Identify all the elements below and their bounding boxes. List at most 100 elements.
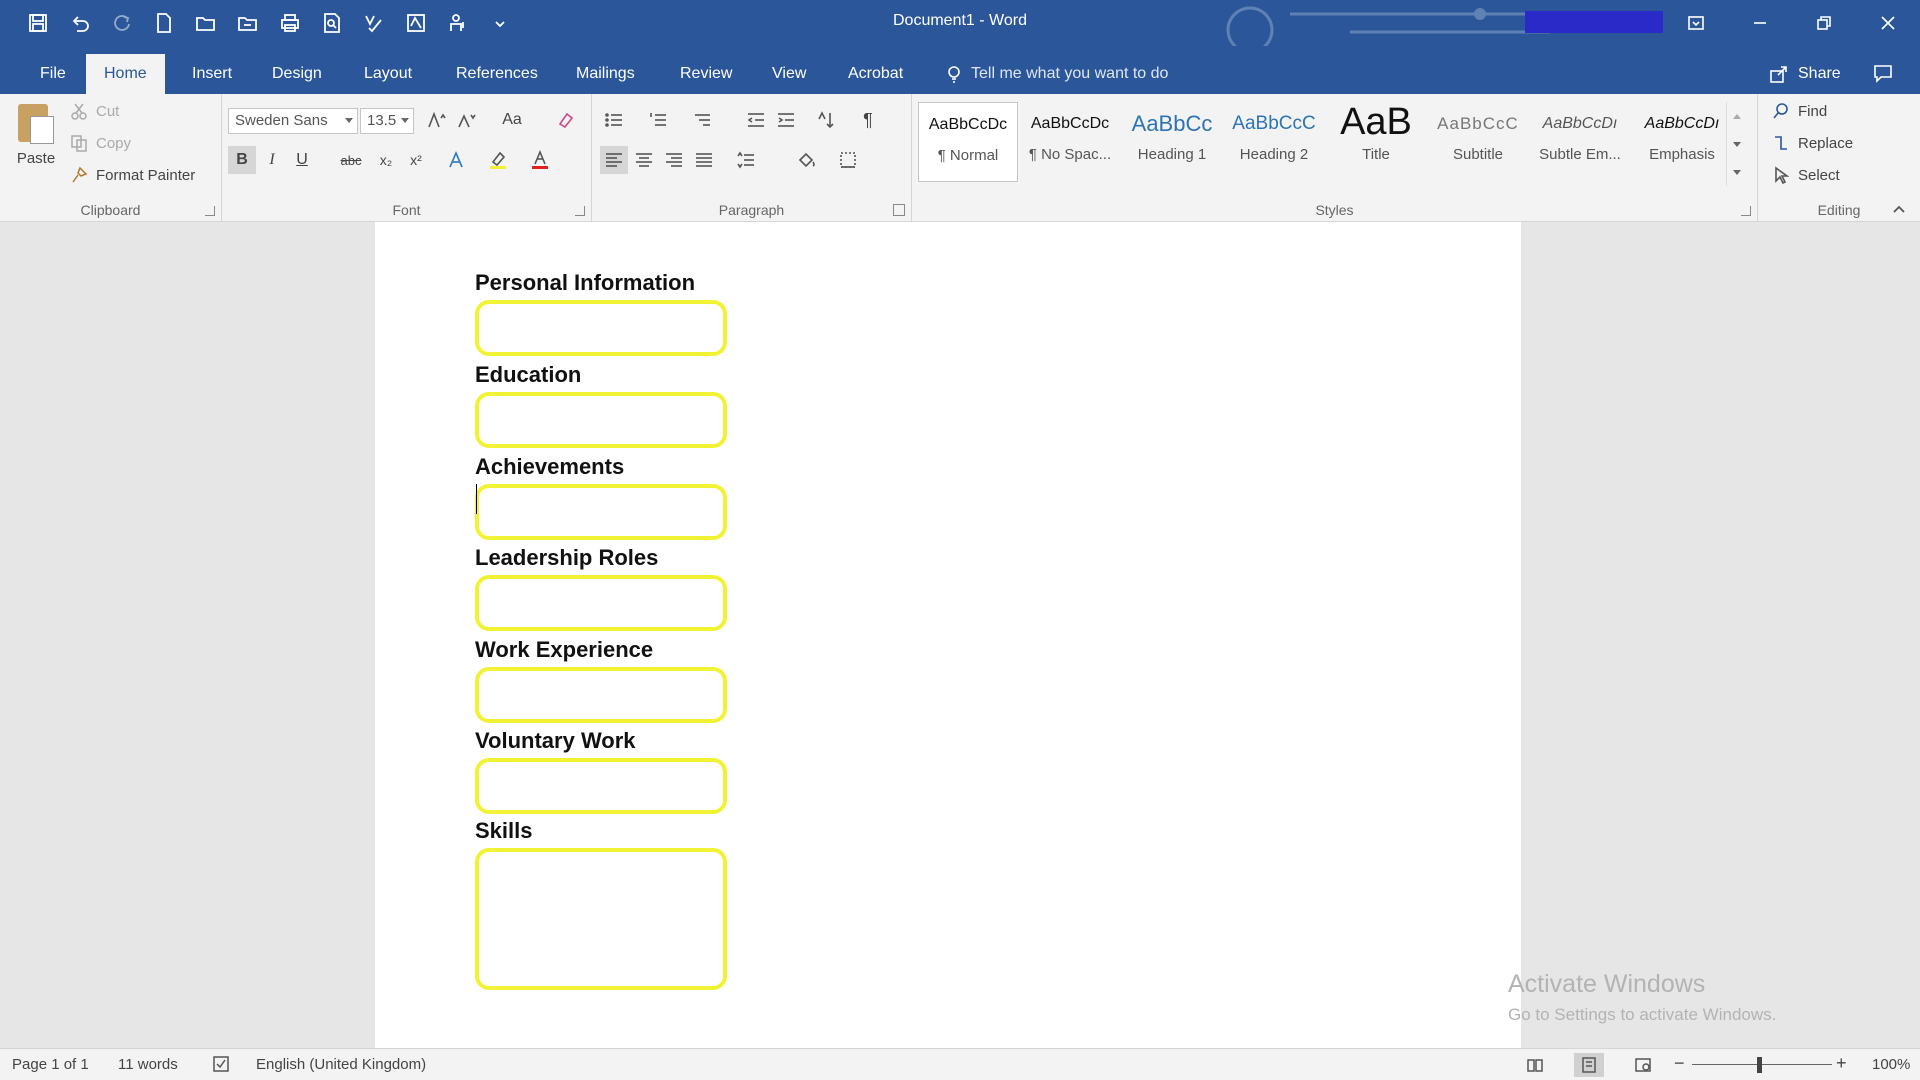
- web-layout-button[interactable]: [1628, 1053, 1658, 1077]
- zoom-out-button[interactable]: −: [1674, 1053, 1685, 1074]
- shrink-font-button[interactable]: [452, 106, 480, 134]
- text-box[interactable]: [475, 848, 727, 990]
- tell-me-search[interactable]: Tell me what you want to do: [945, 54, 1168, 94]
- clipboard-launcher-icon[interactable]: [205, 206, 215, 216]
- bullets-button[interactable]: [600, 106, 628, 134]
- chevron-up-icon: [1732, 113, 1741, 119]
- grow-font-icon: [428, 111, 446, 128]
- style-heading-2[interactable]: AaBbCcC Heading 2: [1224, 102, 1324, 182]
- underline-button[interactable]: U: [288, 146, 316, 174]
- page-count[interactable]: Page 1 of 1: [12, 1056, 89, 1073]
- change-case-button[interactable]: Aa: [492, 106, 532, 134]
- align-left-button[interactable]: [600, 146, 628, 174]
- style-normal[interactable]: AaBbCcDc ¶ Normal: [918, 102, 1018, 182]
- tab-design[interactable]: Design: [254, 54, 340, 94]
- tab-review[interactable]: Review: [662, 54, 750, 94]
- tab-layout[interactable]: Layout: [346, 54, 430, 94]
- status-bar: Page 1 of 1 11 words English (United Kin…: [0, 1048, 1920, 1080]
- select-button[interactable]: Select: [1772, 166, 1840, 184]
- collapse-ribbon-button[interactable]: [1892, 202, 1906, 220]
- tab-references[interactable]: References: [438, 54, 556, 94]
- comments-button[interactable]: [1872, 62, 1894, 88]
- shading-button[interactable]: [792, 146, 820, 174]
- font-color-button[interactable]: [526, 146, 554, 174]
- text-box[interactable]: [475, 300, 727, 356]
- font-size-select[interactable]: 13.5: [360, 108, 414, 134]
- italic-button[interactable]: I: [258, 146, 286, 174]
- style-heading-1[interactable]: AaBbCc Heading 1: [1122, 102, 1222, 182]
- decrease-indent-button[interactable]: [742, 106, 770, 134]
- section-heading: Skills: [475, 818, 533, 843]
- zoom-in-button[interactable]: +: [1836, 1053, 1847, 1074]
- borders-button[interactable]: [834, 146, 862, 174]
- bold-button[interactable]: B: [228, 146, 256, 174]
- text-box[interactable]: [475, 758, 727, 814]
- paragraph-group: ¶ Paragraph: [592, 94, 912, 222]
- text-effects-button[interactable]: [442, 146, 470, 174]
- zoom-slider-thumb[interactable]: [1757, 1057, 1762, 1073]
- find-button[interactable]: Find: [1772, 102, 1827, 120]
- numbering-button[interactable]: [644, 106, 672, 134]
- font-name-select[interactable]: Sweden Sans: [228, 108, 358, 134]
- clear-formatting-button[interactable]: [552, 106, 580, 134]
- print-layout-button[interactable]: [1574, 1053, 1604, 1077]
- text-box[interactable]: [475, 392, 727, 448]
- paragraph-launcher-icon[interactable]: [893, 204, 905, 216]
- text-box[interactable]: [475, 575, 727, 631]
- tab-acrobat[interactable]: Acrobat: [830, 54, 921, 94]
- grow-font-button[interactable]: [422, 106, 450, 134]
- style-emphasis[interactable]: AaBbCcDı Emphasis: [1632, 102, 1732, 182]
- restore-button[interactable]: [1792, 0, 1856, 46]
- increase-indent-button[interactable]: [772, 106, 800, 134]
- gallery-down-button[interactable]: [1727, 130, 1746, 158]
- text-box[interactable]: [475, 484, 727, 540]
- web-layout-icon: [1635, 1058, 1651, 1072]
- ribbon-display-options-button[interactable]: [1664, 0, 1728, 46]
- align-center-button[interactable]: [630, 146, 658, 174]
- minimize-button[interactable]: [1728, 0, 1792, 46]
- cut-button[interactable]: Cut: [70, 102, 119, 120]
- tab-mailings[interactable]: Mailings: [558, 54, 653, 94]
- section-skills: Skills: [475, 816, 727, 990]
- increase-indent-icon: [778, 113, 794, 127]
- chevron-up-icon: [1893, 205, 1905, 213]
- show-formatting-button[interactable]: ¶: [854, 106, 882, 134]
- tab-file[interactable]: File: [22, 54, 84, 94]
- highlight-button[interactable]: [484, 146, 512, 174]
- zoom-level[interactable]: 100%: [1872, 1056, 1910, 1073]
- document-page[interactable]: Personal Information Education Achieveme…: [375, 222, 1521, 1048]
- justify-button[interactable]: [690, 146, 718, 174]
- tab-home[interactable]: Home: [86, 54, 165, 94]
- font-launcher-icon[interactable]: [575, 206, 585, 216]
- language-status[interactable]: English (United Kingdom): [256, 1056, 426, 1073]
- subscript-button[interactable]: x₂: [372, 146, 400, 174]
- style-no-spacing[interactable]: AaBbCcDc ¶ No Spac...: [1020, 102, 1120, 182]
- tab-insert[interactable]: Insert: [174, 54, 250, 94]
- superscript-button[interactable]: x²: [402, 146, 430, 174]
- proofing-icon[interactable]: [212, 1055, 230, 1077]
- sort-button[interactable]: [812, 106, 840, 134]
- gallery-more-button[interactable]: [1727, 158, 1746, 186]
- strikethrough-button[interactable]: abc: [334, 146, 368, 174]
- align-right-button[interactable]: [660, 146, 688, 174]
- share-button[interactable]: Share: [1768, 54, 1841, 94]
- read-mode-button[interactable]: [1520, 1053, 1550, 1077]
- zoom-slider[interactable]: [1692, 1064, 1832, 1065]
- multilevel-list-button[interactable]: [688, 106, 716, 134]
- text-box[interactable]: [475, 667, 727, 723]
- copy-button[interactable]: Copy: [70, 134, 131, 152]
- style-title[interactable]: AaB Title: [1326, 102, 1426, 182]
- format-painter-button[interactable]: Format Painter: [70, 166, 195, 184]
- gallery-up-button[interactable]: [1727, 102, 1746, 130]
- word-count[interactable]: 11 words: [118, 1056, 178, 1073]
- style-subtle-emphasis[interactable]: AaBbCcDı Subtle Em...: [1530, 102, 1630, 182]
- tab-view[interactable]: View: [754, 54, 824, 94]
- replace-button[interactable]: Replace: [1772, 134, 1853, 152]
- close-button[interactable]: [1856, 0, 1920, 46]
- align-right-icon: [666, 153, 682, 167]
- style-subtitle[interactable]: AaBbCcC Subtitle: [1428, 102, 1528, 182]
- styles-launcher-icon[interactable]: [1741, 206, 1751, 216]
- paste-button[interactable]: Paste: [12, 100, 60, 167]
- account-bar[interactable]: [1525, 11, 1663, 33]
- line-spacing-button[interactable]: [732, 146, 760, 174]
